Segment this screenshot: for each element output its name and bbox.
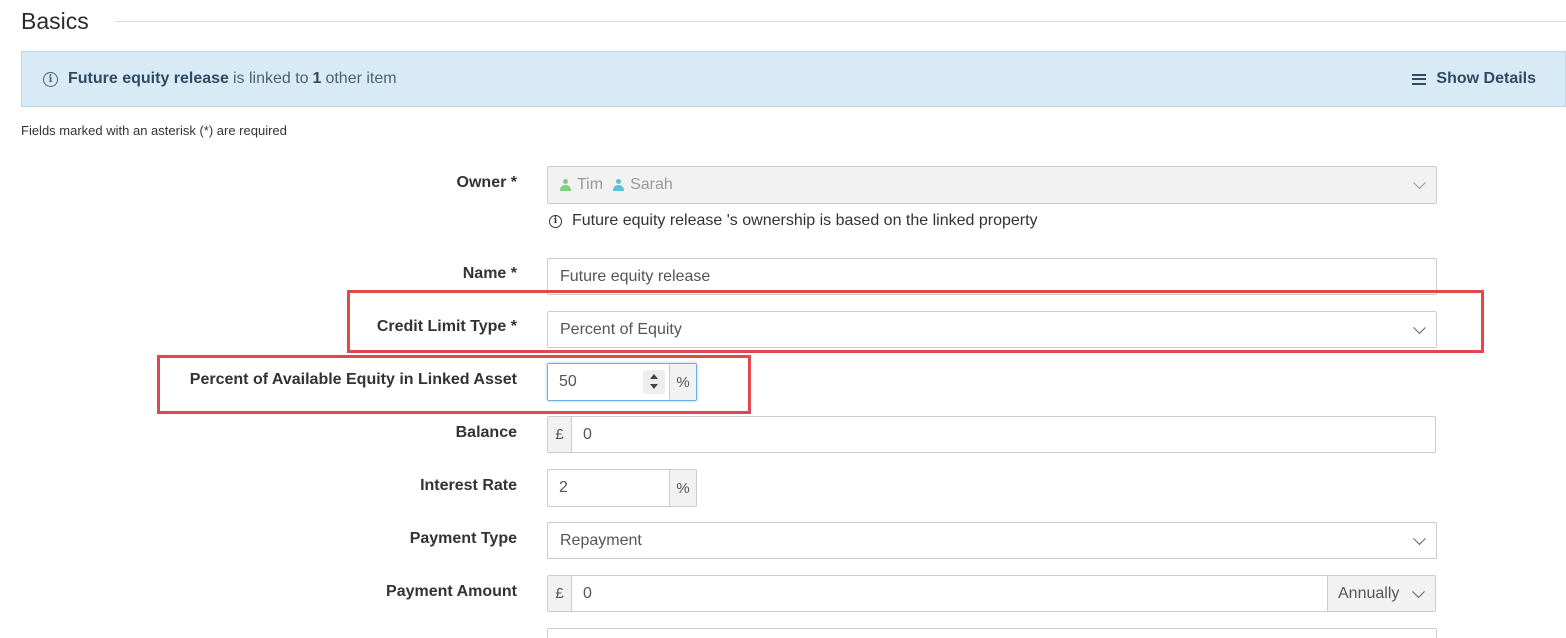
owner-select[interactable]: Tim Sarah xyxy=(547,166,1437,204)
payment-frequency-select[interactable]: Annually xyxy=(1327,576,1435,611)
user-icon xyxy=(613,179,625,191)
owner-chip-sarah: Sarah xyxy=(613,176,673,194)
payment-frequency-value: Annually xyxy=(1338,584,1400,602)
payment-amount-input[interactable]: 0 xyxy=(572,576,1327,611)
balance-value: 0 xyxy=(583,425,592,443)
chevron-down-icon xyxy=(1412,584,1425,598)
balance-input[interactable]: 0 xyxy=(572,417,1435,452)
highlight-box-credit-limit xyxy=(347,290,1484,353)
next-field-input[interactable] xyxy=(547,628,1437,638)
interest-rate-label: Interest Rate xyxy=(420,477,517,494)
required-fields-note: Fields marked with an asterisk (*) are r… xyxy=(21,123,287,138)
section-title: Basics xyxy=(21,7,89,34)
payment-type-select[interactable]: Repayment xyxy=(547,522,1437,559)
name-value: Future equity release xyxy=(560,267,711,285)
section-divider xyxy=(114,20,1566,22)
balance-input-group: £ 0 xyxy=(547,416,1436,453)
payment-amount-value: 0 xyxy=(583,584,592,602)
currency-addon: £ xyxy=(548,576,572,611)
list-icon xyxy=(1412,73,1427,85)
banner-text-mid: is linked to xyxy=(232,70,309,87)
linked-items-banner: i Future equity release is linked to 1 o… xyxy=(21,51,1566,107)
name-label: Name * xyxy=(462,265,517,282)
chevron-down-icon xyxy=(1413,531,1426,545)
interest-rate-input-group: 2 % xyxy=(547,469,697,507)
owner-help-text: i Future equity release 's ownership is … xyxy=(549,212,1038,230)
payment-amount-label: Payment Amount xyxy=(386,583,517,600)
owner-label: Owner * xyxy=(456,174,517,191)
owner-name: Tim xyxy=(577,176,604,193)
section-header: Basics xyxy=(21,4,1566,38)
owner-note-text: Future equity release 's ownership is ba… xyxy=(572,212,1038,229)
info-icon: i xyxy=(549,214,562,228)
owner-name: Sarah xyxy=(630,176,673,193)
interest-rate-value: 2 xyxy=(559,479,568,496)
show-details-button[interactable]: Show Details xyxy=(1412,70,1536,88)
show-details-label: Show Details xyxy=(1436,70,1536,87)
chevron-down-icon xyxy=(1413,176,1426,190)
user-icon xyxy=(560,179,571,191)
payment-amount-input-group: £ 0 Annually xyxy=(547,575,1436,612)
highlight-box-percent-equity xyxy=(157,355,751,414)
banner-text-end: other item xyxy=(325,70,397,87)
owner-chip-tim: Tim xyxy=(560,176,603,194)
payment-type-label: Payment Type xyxy=(409,530,517,547)
payment-type-value: Repayment xyxy=(560,531,642,549)
banner-item-name: Future equity release xyxy=(68,70,229,87)
interest-rate-input[interactable]: 2 xyxy=(548,470,669,506)
percent-addon: % xyxy=(669,470,696,506)
banner-count: 1 xyxy=(312,70,322,87)
info-icon: i xyxy=(43,71,58,87)
currency-addon: £ xyxy=(548,417,572,452)
balance-label: Balance xyxy=(455,424,517,441)
